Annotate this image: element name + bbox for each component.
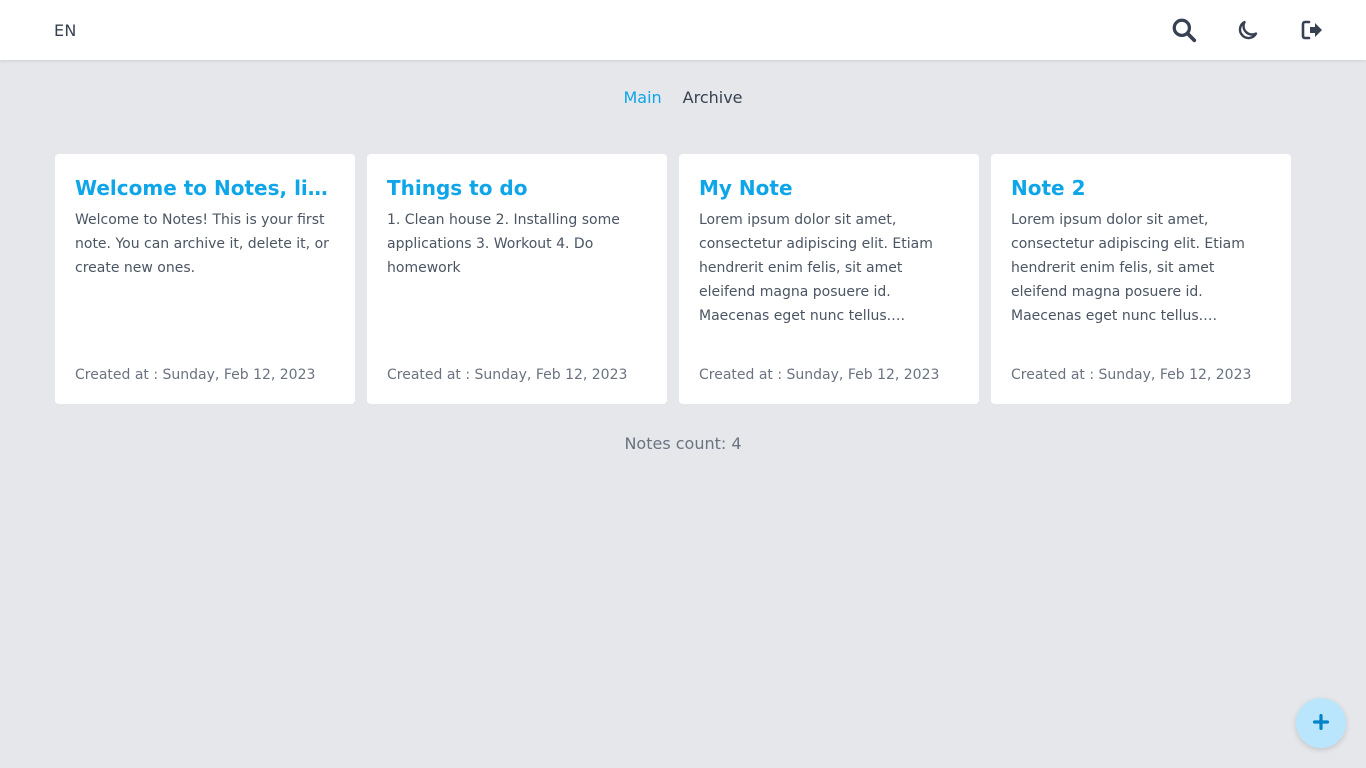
note-card[interactable]: Things to do 1. Clean house 2. Installin… — [367, 154, 667, 404]
note-body: Welcome to Notes! This is your first not… — [75, 212, 329, 276]
moon-icon[interactable] — [1234, 16, 1262, 44]
note-card[interactable]: My Note Lorem ipsum dolor sit amet, cons… — [679, 154, 979, 404]
tab-archive[interactable]: Archive — [683, 88, 743, 107]
note-card[interactable]: Welcome to Notes, lipsum Welcome to Note… — [55, 154, 355, 404]
language-toggle[interactable]: EN — [54, 21, 77, 40]
top-bar: EN — [0, 0, 1366, 60]
search-icon[interactable] — [1170, 16, 1198, 44]
plus-icon — [1312, 713, 1330, 733]
note-date: Created at : Sunday, Feb 12, 2023 — [75, 367, 316, 383]
note-body: 1. Clean house 2. Installing some applic… — [387, 212, 620, 276]
note-tabs: Main Archive — [0, 88, 1366, 107]
note-card[interactable]: Note 2 Lorem ipsum dolor sit amet, conse… — [991, 154, 1291, 404]
logout-icon[interactable] — [1298, 16, 1326, 44]
note-body: Lorem ipsum dolor sit amet, consectetur … — [1011, 212, 1245, 324]
note-date: Created at : Sunday, Feb 12, 2023 — [1011, 367, 1252, 383]
notes-list: Welcome to Notes, lipsum Welcome to Note… — [55, 154, 1291, 404]
note-title[interactable]: Things to do — [387, 174, 647, 202]
note-title[interactable]: Welcome to Notes, lipsum — [75, 174, 335, 202]
note-date: Created at : Sunday, Feb 12, 2023 — [699, 367, 940, 383]
note-title[interactable]: My Note — [699, 174, 959, 202]
note-title[interactable]: Note 2 — [1011, 174, 1271, 202]
header-actions — [1170, 16, 1326, 44]
note-body: Lorem ipsum dolor sit amet, consectetur … — [699, 212, 933, 324]
add-note-button[interactable] — [1296, 698, 1346, 748]
note-date: Created at : Sunday, Feb 12, 2023 — [387, 367, 628, 383]
notes-count: Notes count: 4 — [624, 434, 742, 453]
tab-main[interactable]: Main — [623, 88, 661, 107]
